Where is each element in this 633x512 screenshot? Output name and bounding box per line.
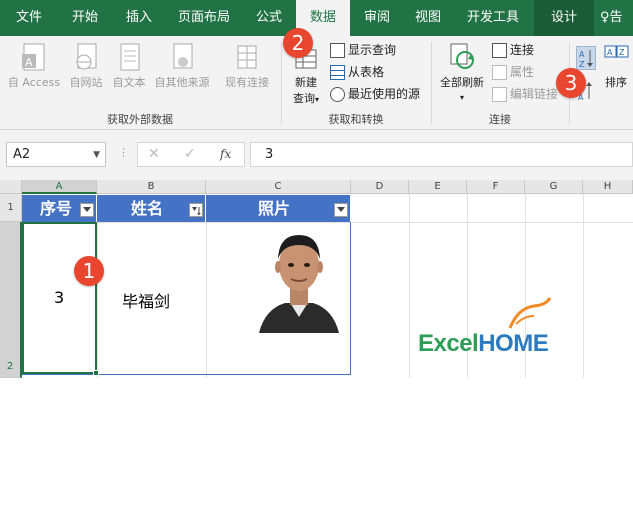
column-header-e[interactable]: E: [409, 180, 467, 194]
group-label-connections: 连接: [489, 113, 511, 126]
sort-filter-icon: [192, 207, 201, 215]
column-header-d[interactable]: D: [351, 180, 409, 194]
column-header-f[interactable]: F: [467, 180, 525, 194]
tab-home[interactable]: 开始: [58, 0, 112, 36]
sort-filter-button[interactable]: [189, 203, 203, 217]
gridline: [22, 222, 633, 223]
callout-badge-2: 2: [283, 28, 313, 58]
tab-review[interactable]: 审阅: [350, 0, 404, 36]
fill-handle[interactable]: [93, 370, 99, 376]
chevron-down-icon[interactable]: ▼: [93, 144, 100, 167]
sort-az-button[interactable]: AZ: [576, 46, 596, 70]
select-all-corner[interactable]: [0, 180, 22, 194]
refresh-icon: [450, 43, 474, 69]
web-icon: [76, 43, 97, 70]
tab-insert[interactable]: 插入: [112, 0, 166, 36]
properties-button[interactable]: 属性: [492, 62, 534, 82]
name-box[interactable]: A2 ▼: [6, 142, 106, 167]
from-access-button[interactable]: A 自 Access: [4, 42, 64, 90]
connections-button[interactable]: 连接: [492, 40, 534, 60]
from-web-button[interactable]: 自网站: [64, 42, 108, 90]
group-label-get-transform: 获取和转换: [328, 113, 384, 126]
formula-input[interactable]: 3: [250, 142, 633, 167]
from-text-button[interactable]: 自文本: [108, 42, 150, 90]
svg-text:A: A: [25, 56, 33, 69]
table-header-name[interactable]: 姓名: [97, 195, 206, 222]
filter-dropdown-button[interactable]: [334, 203, 348, 217]
table-header-photo[interactable]: 照片: [206, 195, 351, 222]
person-photo[interactable]: [255, 225, 343, 333]
recent-sources-button[interactable]: 最近使用的源: [330, 84, 420, 104]
row-header-2[interactable]: 2: [0, 222, 22, 378]
excelhome-wordmark: ExcelHOME: [418, 330, 549, 357]
cancel-icon[interactable]: ✕: [148, 146, 160, 162]
insert-function-icon[interactable]: fx: [220, 147, 231, 161]
tab-file[interactable]: 文件: [0, 0, 58, 36]
enter-icon[interactable]: ✓: [184, 146, 196, 162]
column-header-h[interactable]: H: [583, 180, 633, 194]
tab-developer[interactable]: 开发工具: [452, 0, 534, 36]
svg-text:Z: Z: [579, 60, 585, 69]
formula-buttons: ✕ ✓ fx: [137, 142, 245, 167]
logo-mark-icon: [508, 297, 552, 329]
edit-links-icon: [492, 87, 507, 102]
show-queries-button[interactable]: 显示查询: [330, 40, 396, 60]
refresh-all-button[interactable]: 全部刷新 ▾: [435, 42, 489, 103]
tab-design[interactable]: 设计: [534, 0, 594, 36]
from-other-sources-button[interactable]: 自其他来源: [150, 42, 214, 90]
connections-icon: [237, 45, 257, 69]
portrait-image: [255, 225, 343, 333]
recent-sources-icon: [330, 87, 345, 102]
active-cell-selection[interactable]: [22, 222, 99, 376]
tab-view[interactable]: 视图: [404, 0, 452, 36]
from-table-button[interactable]: 从表格: [330, 62, 384, 82]
show-queries-icon: [330, 43, 345, 58]
filter-dropdown-button[interactable]: [80, 203, 94, 217]
chevron-down-icon: [337, 207, 345, 212]
svg-text:A: A: [607, 48, 613, 57]
tab-page-layout[interactable]: 页面布局: [166, 0, 242, 36]
column-header-a[interactable]: A: [22, 180, 97, 194]
sort-dialog-icon: AZ: [604, 45, 629, 58]
dropdown-arrow-icon: ▾: [314, 95, 319, 104]
table-border: [350, 222, 351, 375]
existing-connections-button[interactable]: 现有连接: [218, 42, 276, 90]
column-header-g[interactable]: G: [525, 180, 583, 194]
edit-links-button[interactable]: 编辑链接: [492, 84, 564, 104]
other-sources-icon: [173, 43, 193, 69]
row-header-1[interactable]: 1: [0, 194, 22, 222]
lightbulb-icon: ♀: [600, 10, 610, 25]
group-label-get-external: 获取外部数据: [107, 113, 173, 126]
svg-text:Z: Z: [619, 48, 625, 57]
ribbon-tab-bar: 文件 开始 插入 页面布局 公式 数据 审阅 视图 开发工具 设计 ♀告: [0, 0, 633, 36]
column-header-b[interactable]: B: [97, 180, 206, 194]
column-header-c[interactable]: C: [206, 180, 351, 194]
svg-text:A: A: [579, 50, 585, 59]
sort-button[interactable]: AZ 排序: [600, 42, 632, 90]
access-icon: A: [22, 43, 45, 71]
link-icon: [492, 43, 507, 58]
callout-badge-1: 1: [74, 256, 104, 286]
chevron-down-icon: [83, 207, 91, 212]
dropdown-arrow-icon: ▾: [459, 93, 464, 102]
text-file-icon: [120, 43, 140, 71]
properties-icon: [492, 65, 507, 80]
tab-tell-me[interactable]: ♀告: [600, 0, 633, 36]
formula-bar: A2 ▼ ⋮ ✕ ✓ fx 3: [0, 130, 633, 180]
formula-bar-grip-icon: ⋮: [118, 146, 129, 159]
callout-badge-3: 3: [556, 68, 586, 98]
excelhome-logo: [500, 294, 560, 333]
sort-az-icon: AZ: [579, 50, 593, 69]
ribbon-body: A 自 Access 自网站 自文本 自其他来源 现有连接 获取外部数据 新建 …: [0, 36, 633, 130]
cell-name[interactable]: 毕福剑: [122, 288, 170, 312]
table-header-index[interactable]: 序号: [22, 195, 97, 222]
table-border: [22, 374, 351, 375]
table-icon: [330, 65, 345, 80]
